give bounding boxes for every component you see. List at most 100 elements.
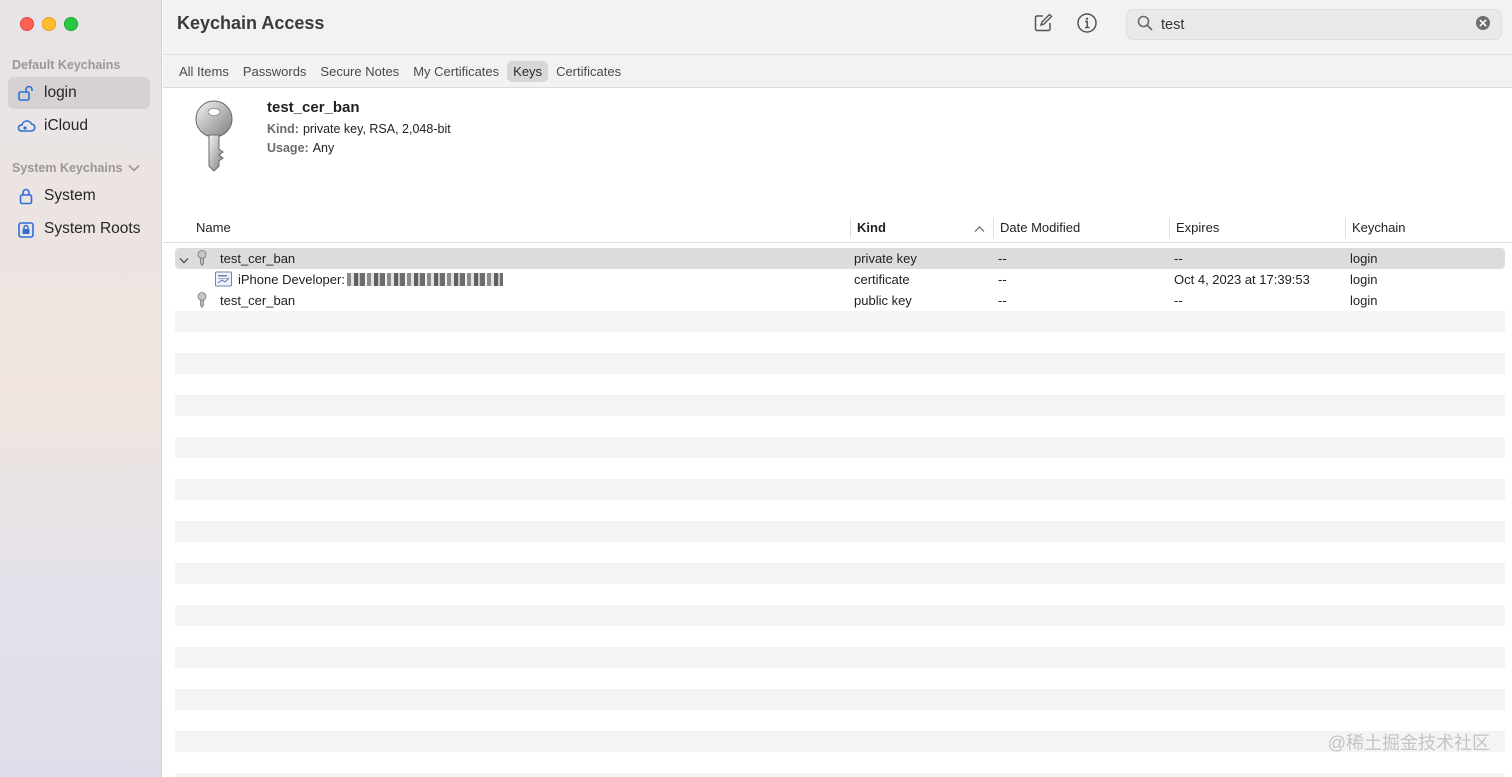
column-name[interactable]: Name — [196, 220, 231, 235]
cell-expires: -- — [1174, 293, 1183, 308]
cell-kind: certificate — [854, 272, 910, 287]
info-button[interactable] — [1076, 12, 1098, 37]
compose-button[interactable] — [1032, 13, 1054, 35]
window-title: Keychain Access — [177, 13, 325, 33]
column-kind[interactable]: Kind — [857, 220, 886, 235]
empty-row — [175, 500, 1505, 521]
certificate-icon — [215, 271, 232, 290]
empty-row — [175, 458, 1505, 479]
window-controls — [20, 17, 78, 31]
redacted-text — [346, 273, 503, 286]
column-expires[interactable]: Expires — [1176, 220, 1219, 235]
item-usage: Usage: Any — [267, 141, 335, 155]
chevron-down-icon — [128, 161, 141, 175]
tab-my-certificates[interactable]: My Certificates — [407, 61, 505, 82]
tab-secure-notes[interactable]: Secure Notes — [314, 61, 405, 82]
key-icon — [196, 292, 208, 312]
cell-name: test_cer_ban — [220, 251, 296, 266]
disclosure-chevron-icon[interactable] — [179, 253, 189, 268]
empty-row — [175, 731, 1505, 752]
minimize-window-button[interactable] — [42, 17, 56, 31]
cell-kind: public key — [854, 293, 912, 308]
table-row[interactable]: test_cer_ban public key -- -- login — [175, 290, 1505, 311]
padlock-icon — [16, 186, 36, 206]
cell-keychain: login — [1350, 293, 1378, 308]
cell-date-modified: -- — [998, 272, 1007, 287]
tab-all-items[interactable]: All Items — [173, 61, 235, 82]
column-separator — [1345, 218, 1346, 238]
empty-row — [175, 647, 1505, 668]
cell-name: test_cer_ban — [220, 293, 296, 308]
empty-row — [175, 626, 1505, 647]
empty-row — [175, 437, 1505, 458]
empty-row — [175, 584, 1505, 605]
locked-cabinet-icon — [16, 219, 36, 239]
sidebar-item-label: iCloud — [44, 117, 88, 134]
cell-kind: private key — [854, 251, 917, 266]
cell-expires: -- — [1174, 251, 1183, 266]
info-icon — [1076, 12, 1098, 37]
table-row[interactable]: iPhone Developer: certificate -- Oct 4, … — [175, 269, 1505, 290]
tab-passwords[interactable]: Passwords — [237, 61, 313, 82]
cell-date-modified: -- — [998, 293, 1007, 308]
empty-row — [175, 332, 1505, 353]
close-window-button[interactable] — [20, 17, 34, 31]
empty-row — [175, 563, 1505, 584]
sidebar-item-label: login — [44, 84, 77, 101]
item-name: test_cer_ban — [267, 99, 360, 116]
empty-row — [175, 311, 1505, 332]
key-icon — [196, 250, 208, 270]
empty-row — [175, 668, 1505, 689]
sidebar-item-login[interactable]: login — [8, 77, 150, 109]
empty-row — [175, 374, 1505, 395]
empty-row — [175, 710, 1505, 731]
items-table: test_cer_ban private key -- -- login iPh… — [175, 248, 1505, 777]
empty-row — [175, 353, 1505, 374]
tab-certificates[interactable]: Certificates — [550, 61, 627, 82]
system-keychains-header[interactable]: System Keychains — [12, 161, 141, 175]
cell-name: iPhone Developer: — [238, 272, 503, 287]
column-date-modified[interactable]: Date Modified — [1000, 220, 1080, 235]
icloud-icon — [16, 116, 36, 136]
tab-keys[interactable]: Keys — [507, 60, 549, 82]
sidebar-item-system-roots[interactable]: System Roots — [8, 213, 150, 245]
clear-search-icon[interactable] — [1475, 15, 1491, 34]
column-keychain[interactable]: Keychain — [1352, 220, 1405, 235]
sort-ascending-icon — [974, 221, 985, 236]
category-tabs: All Items Passwords Secure Notes My Cert… — [163, 55, 1512, 88]
empty-row — [175, 752, 1505, 773]
toolbar: Keychain Access — [163, 0, 1512, 55]
table-header: Name Kind Date Modified Expires Keychain — [163, 214, 1512, 243]
column-separator — [993, 218, 994, 238]
key-icon — [191, 99, 237, 173]
cell-date-modified: -- — [998, 251, 1007, 266]
empty-row — [175, 416, 1505, 437]
empty-row — [175, 479, 1505, 500]
empty-row — [175, 689, 1505, 710]
unlocked-padlock-icon — [16, 83, 36, 103]
sidebar-item-label: System Roots — [44, 220, 141, 237]
sidebar: Default Keychains login iCloud System Ke… — [0, 0, 162, 777]
table-row[interactable]: test_cer_ban private key -- -- login — [175, 248, 1505, 269]
cell-expires: Oct 4, 2023 at 17:39:53 — [1174, 272, 1310, 287]
column-separator — [1169, 218, 1170, 238]
empty-row — [175, 773, 1505, 777]
empty-row — [175, 521, 1505, 542]
column-separator — [850, 218, 851, 238]
compose-icon — [1032, 12, 1054, 37]
item-info-panel: test_cer_ban Kind: private key, RSA, 2,04… — [163, 89, 1512, 214]
main-pane: Keychain Access All Items Passwords Secu… — [163, 0, 1512, 777]
cell-keychain: login — [1350, 272, 1378, 287]
sidebar-item-system[interactable]: System — [8, 180, 150, 212]
search-icon — [1137, 15, 1153, 34]
sidebar-item-icloud[interactable]: iCloud — [8, 110, 150, 142]
search-input[interactable] — [1161, 16, 1467, 33]
sidebar-item-label: System — [44, 187, 96, 204]
empty-row — [175, 395, 1505, 416]
default-keychains-header: Default Keychains — [12, 58, 121, 72]
empty-row — [175, 605, 1505, 626]
empty-row — [175, 542, 1505, 563]
item-kind: Kind: private key, RSA, 2,048-bit — [267, 122, 451, 136]
search-field[interactable] — [1126, 9, 1502, 40]
zoom-window-button[interactable] — [64, 17, 78, 31]
